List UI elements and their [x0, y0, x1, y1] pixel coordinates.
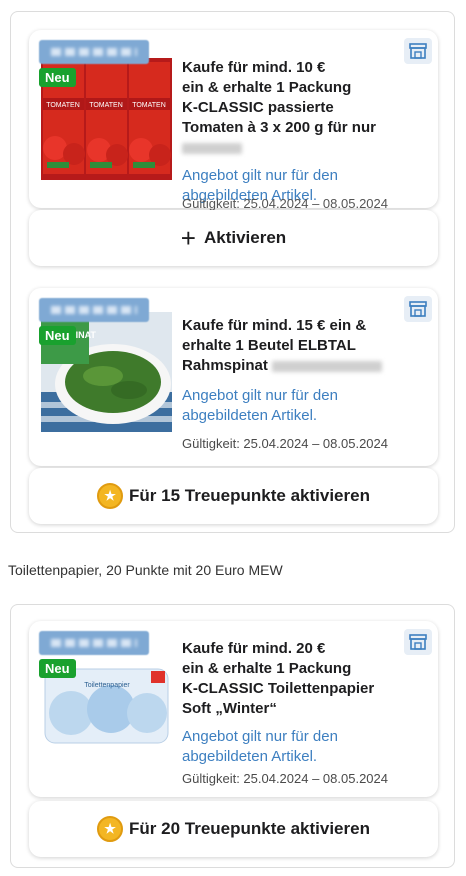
store-icon[interactable]: [404, 296, 432, 322]
offer-title: Kaufe für mind. 15 € ein & erhalte 1 Beu…: [182, 316, 408, 376]
activate-points-button[interactable]: ★ Für 20 Treuepunkte aktivieren: [29, 801, 438, 857]
new-badge: Neu: [39, 659, 76, 678]
offer-group-2: Toilettenpapier Neu Kaufe für mind. 20 €…: [10, 604, 455, 868]
coin-icon: ★: [97, 816, 124, 842]
offer-card-toilettenpapier[interactable]: Toilettenpapier Neu Kaufe für mind. 20 €…: [29, 621, 438, 797]
pack-label-2: TOMATEN: [89, 102, 123, 109]
new-badge: Neu: [39, 68, 76, 87]
store-icon[interactable]: [404, 629, 432, 655]
offer-validity: Gültigkeit: 25.04.2024 – 08.05.2024: [182, 196, 388, 211]
offer-card-tomaten[interactable]: TOMATEN TOMATEN TOMATEN Neu Kaufe für mi…: [29, 30, 438, 211]
activate-points-label: Für 20 Treuepunkte aktivieren: [129, 819, 370, 838]
pack-label-3: TOMATEN: [132, 102, 166, 109]
offer-condition-link[interactable]: Angebot gilt nur für den abgebildeten Ar…: [182, 727, 418, 767]
offer-title: Kaufe für mind. 20 € ein & erhalte 1 Pac…: [182, 640, 375, 717]
price-tag-blurred: [39, 40, 149, 64]
offer-condition-link[interactable]: Angebot gilt nur für den abgebildeten Ar…: [182, 386, 418, 426]
activate-points-button[interactable]: ★ Für 15 Treuepunkte aktivieren: [29, 468, 438, 524]
coin-icon: ★: [97, 483, 124, 509]
offer-card-rahmspinat[interactable]: RAHM SPINAT Neu Kaufe für mind. 15 € ein…: [29, 288, 438, 466]
activate-label: Aktivieren: [203, 228, 287, 247]
store-icon[interactable]: [404, 38, 432, 64]
offer-validity: Gültigkeit: 25.04.2024 – 08.05.2024: [182, 771, 388, 786]
blurred-price: [272, 360, 383, 372]
activate-button[interactable]: + Aktivieren: [29, 210, 438, 266]
plus-icon: +: [180, 223, 196, 253]
offer-group-1: TOMATEN TOMATEN TOMATEN Neu Kaufe für mi…: [10, 11, 455, 533]
pack-label: Toilettenpapier: [84, 682, 130, 689]
pack-label-1: TOMATEN: [46, 102, 80, 109]
offer-title: Kaufe für mind. 10 € ein & erhalte 1 Pac…: [182, 58, 408, 158]
section-caption: Toilettenpapier, 20 Punkte mit 20 Euro M…: [8, 562, 283, 578]
new-badge: Neu: [39, 326, 76, 345]
offer-validity: Gültigkeit: 25.04.2024 – 08.05.2024: [182, 436, 388, 451]
price-tag-blurred: [39, 631, 149, 655]
activate-points-label: Für 15 Treuepunkte aktivieren: [129, 486, 370, 505]
price-tag-blurred: [39, 298, 149, 322]
blurred-price: [182, 142, 242, 154]
